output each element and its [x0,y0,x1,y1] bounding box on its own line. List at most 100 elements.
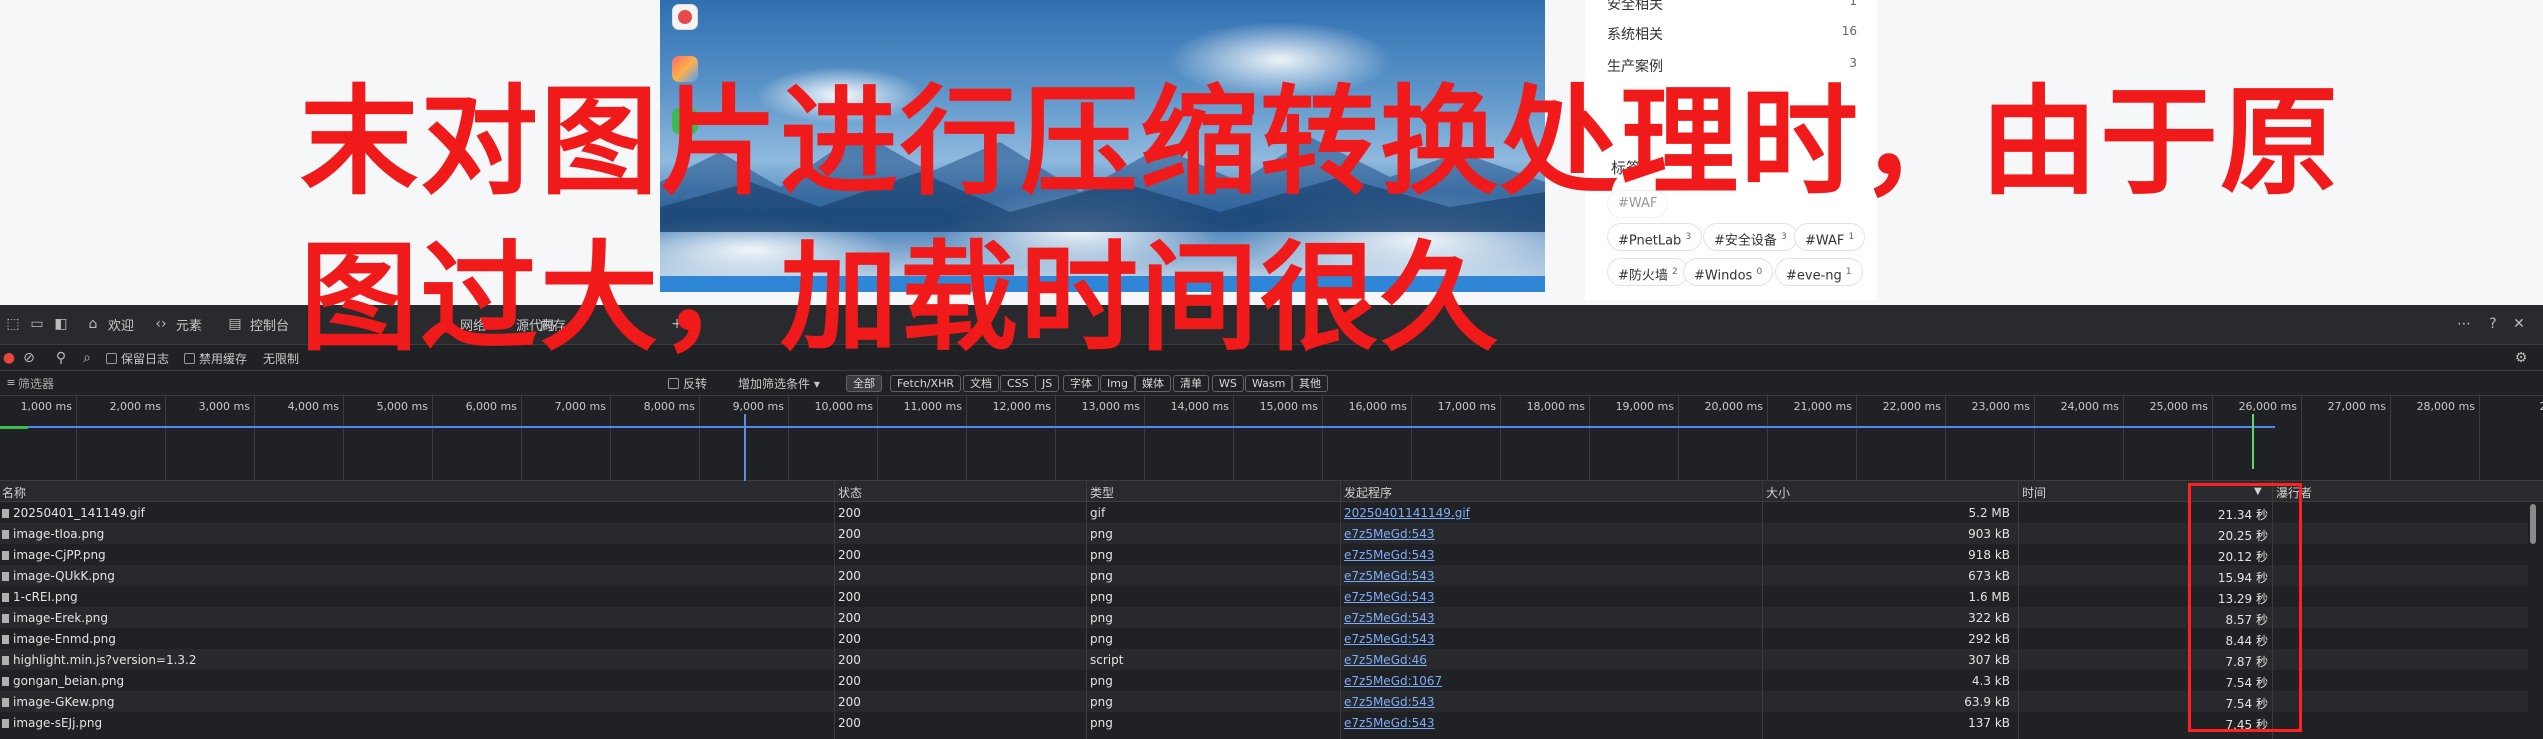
timeline-tick-label: 13,000 ms [1081,400,1140,413]
timeline-tick-label: 28,000 ms [2416,400,2475,413]
column-header-initiator[interactable]: 发起程序 [1344,484,1392,501]
record-icon[interactable]: ● [0,349,18,367]
disable-cache-checkbox[interactable]: 禁用缓存 [184,350,247,367]
filter-type-img[interactable]: Img [1100,375,1135,392]
filter-type-ws[interactable]: WS [1212,375,1244,392]
file-icon [2,593,9,602]
more-filters-dropdown[interactable]: 增加筛选条件 ▾ [738,375,820,392]
tag-chip[interactable]: #PnetLab 3 [1607,223,1703,251]
status-cell: 200 [838,569,861,583]
filter-type-other[interactable]: 其他 [1292,375,1328,392]
type-cell: png [1090,632,1113,646]
filter-type-media[interactable]: 媒体 [1135,375,1171,392]
filter-type-manifest[interactable]: 清单 [1173,375,1209,392]
app-icon[interactable] [672,4,698,30]
initiator-link[interactable]: e7z5MeGd:543 [1344,716,1435,730]
initiator-link[interactable]: e7z5MeGd:543 [1344,527,1435,541]
throttle-select[interactable]: 无限制 [263,350,299,367]
table-row[interactable]: 1-cREI.png 200 png e7z5MeGd:543 1.6 MB 13.29 … [0,586,2530,607]
network-timeline[interactable]: 1,000 ms 2,000 ms 3,000 ms 4,000 ms 5,000 ms… [0,396,2543,481]
filter-type-css[interactable]: CSS [1000,375,1036,392]
table-scrollbar[interactable] [2528,502,2538,739]
tab-console[interactable]: 控制台 [250,315,289,334]
settings-gear-icon[interactable]: ⚙ [2512,349,2530,367]
clear-icon[interactable]: ⊘ [20,349,38,367]
close-icon[interactable]: ✕ [2510,315,2528,333]
code-icon: ‹› [155,316,167,332]
initiator-link[interactable]: e7z5MeGd:46 [1344,653,1427,667]
table-row[interactable]: 20250401_141149.gif 200 gif 20250401141149.… [0,502,2530,523]
column-header-size[interactable]: 大小 [1766,484,1790,501]
category-item[interactable]: 系统相关 16 [1607,24,1857,46]
tag-chip[interactable]: #安全设备 3 [1703,223,1798,251]
size-cell: 292 kB [1968,632,2010,646]
table-row[interactable]: image-tIoa.png 200 png e7z5MeGd:543 903 kB 20… [0,523,2530,544]
initiator-link[interactable]: e7z5MeGd:543 [1344,632,1435,646]
size-cell: 307 kB [1968,653,2010,667]
filter-type-font[interactable]: 字体 [1063,375,1099,392]
column-header-name[interactable]: 名称 [2,484,26,501]
invert-checkbox[interactable]: 反转 [668,375,707,392]
table-row[interactable]: gongan_beian.png 200 png e7z5MeGd:1067 4.3 k… [0,670,2530,691]
inspect-icon[interactable]: ⬚ [4,315,22,333]
chevron-down-icon: ▾ [813,377,820,391]
filter-type-js[interactable]: JS [1035,375,1060,392]
filter-type-all[interactable]: 全部 [846,375,882,392]
preserve-log-checkbox[interactable]: 保留日志 [106,350,169,367]
column-header-status[interactable]: 状态 [838,484,862,501]
table-row[interactable]: image-Enmd.png 200 png e7z5MeGd:543 292 kB 8.… [0,628,2530,649]
initiator-link[interactable]: e7z5MeGd:543 [1344,548,1435,562]
initiator-link[interactable]: 20250401141149.gif [1344,506,1470,520]
request-name-cell: image-GKew.png [2,695,114,709]
device-toggle-icon[interactable]: ▭ [28,315,46,333]
table-row[interactable]: image-sEJj.png 200 png e7z5MeGd:543 137 kB 7.… [0,712,2530,733]
timeline-gridline [521,396,522,481]
initiator-link[interactable]: e7z5MeGd:1067 [1344,674,1442,688]
size-cell: 918 kB [1968,548,2010,562]
table-row[interactable]: image-QUkK.png 200 png e7z5MeGd:543 673 kB 15… [0,565,2530,586]
scrollbar-thumb[interactable] [2530,504,2536,544]
help-icon[interactable]: ? [2484,315,2502,333]
filter-type-doc[interactable]: 文档 [963,375,999,392]
category-item[interactable]: 安全相关 1 [1607,0,1857,16]
timeline-tick-label: 3,000 ms [198,400,250,413]
timeline-tick-label: 25,000 ms [2149,400,2208,413]
table-row[interactable]: image-CjPP.png 200 png e7z5MeGd:543 918 kB 20… [0,544,2530,565]
filter-type-fetch[interactable]: Fetch/XHR [890,375,961,392]
dock-side-icon[interactable]: ◧ [52,315,70,333]
search-icon[interactable]: ⌕ [78,349,96,367]
table-row[interactable]: image-Erek.png 200 png e7z5MeGd:543 322 kB 8.… [0,607,2530,628]
tab-elements[interactable]: 元素 [176,315,202,334]
timeline-tick-label: 15,000 ms [1259,400,1318,413]
timeline-tick-label: 29,0 [2494,400,2543,413]
timeline-tick-label: 24,000 ms [2060,400,2119,413]
filter-icon[interactable]: ⚲ [52,349,70,367]
initiator-link[interactable]: e7z5MeGd:543 [1344,590,1435,604]
filter-type-wasm[interactable]: Wasm [1245,375,1293,392]
tag-chip[interactable]: #Windos 0 [1683,258,1774,286]
timeline-tick-label: 9,000 ms [732,400,784,413]
tag-chip[interactable]: #eve-ng 1 [1775,258,1863,286]
tab-welcome[interactable]: 欢迎 [108,315,134,334]
file-icon [2,509,9,518]
column-divider [1762,481,1763,739]
status-cell: 200 [838,653,861,667]
column-header-time[interactable]: 时间 [2022,484,2046,501]
file-icon [2,719,9,728]
column-divider [1086,481,1087,739]
initiator-link[interactable]: e7z5MeGd:543 [1344,611,1435,625]
timeline-tick-label: 18,000 ms [1526,400,1585,413]
table-row[interactable]: highlight.min.js?version=1.3.2 200 script e… [0,649,2530,670]
table-row[interactable]: image-GKew.png 200 png e7z5MeGd:543 63.9 kB 7… [0,691,2530,712]
timeline-gridline [788,396,789,481]
tag-chip[interactable]: #防火墙 2 [1607,258,1689,286]
filter-input[interactable]: 筛选器 [18,375,54,392]
initiator-link[interactable]: e7z5MeGd:543 [1344,695,1435,709]
console-icon: ▤ [228,316,242,332]
category-label: 安全相关 [1607,0,1663,13]
timeline-gridline [1411,396,1412,481]
tag-chip[interactable]: #WAF 1 [1794,223,1866,251]
column-header-type[interactable]: 类型 [1090,484,1114,501]
initiator-link[interactable]: e7z5MeGd:543 [1344,569,1435,583]
more-options-icon[interactable]: ⋯ [2455,315,2473,333]
